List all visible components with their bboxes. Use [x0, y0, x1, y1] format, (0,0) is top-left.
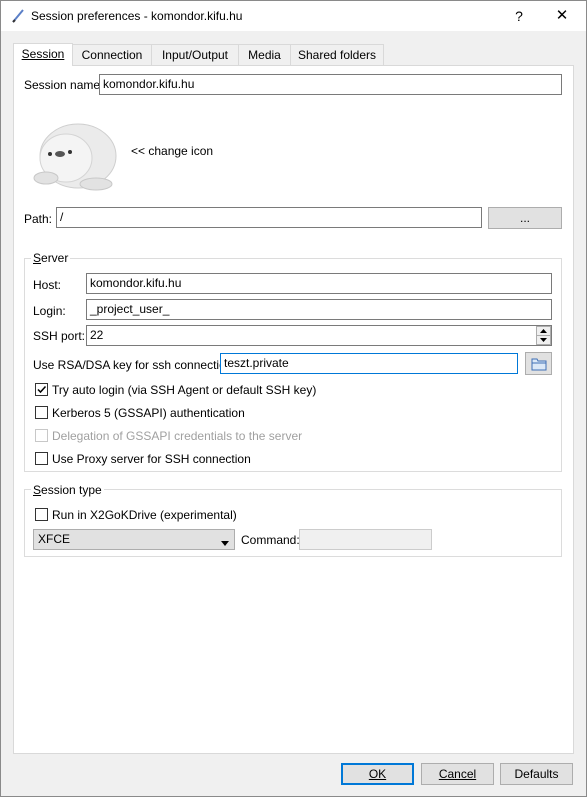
session-type-value: XFCE [38, 532, 71, 546]
ssh-port-value: 22 [90, 328, 104, 342]
tab-connection[interactable]: Connection [72, 44, 152, 65]
seal-icon [33, 123, 117, 191]
defaults-button[interactable]: Defaults [500, 763, 573, 785]
session-tab-panel: Session name: komondor.kifu.hu << change… [13, 65, 574, 754]
gssapi-delegation-checkbox [35, 429, 48, 442]
login-label: Login: [33, 304, 66, 318]
window-title: Session preferences - komondor.kifu.hu [31, 9, 243, 23]
tab-shared-folders[interactable]: Shared folders [290, 44, 384, 65]
help-button[interactable]: ? [504, 5, 534, 27]
kerberos-checkbox[interactable] [35, 406, 48, 419]
proxy-checkbox[interactable] [35, 452, 48, 465]
path-label: Path: [24, 212, 53, 226]
ssh-port-spinbox[interactable]: 22 [86, 325, 552, 346]
gssapi-delegation-label: Delegation of GSSAPI credentials to the … [52, 429, 303, 443]
rsa-key-input[interactable]: teszt.private [220, 353, 518, 374]
tab-session[interactable]: Session [13, 43, 73, 66]
session-name-input[interactable]: komondor.kifu.hu [99, 74, 562, 95]
x2gokdrive-label: Run in X2GoKDrive (experimental) [52, 508, 237, 522]
session-icon[interactable] [26, 108, 120, 192]
session-type-combo[interactable]: XFCE [33, 529, 235, 550]
command-input [299, 529, 432, 550]
tab-input-output[interactable]: Input/Output [151, 44, 239, 65]
server-group-title: Server [31, 251, 71, 265]
host-input[interactable]: komondor.kifu.hu [86, 273, 552, 294]
x2gokdrive-checkbox[interactable] [35, 508, 48, 521]
path-input[interactable]: / [56, 207, 482, 228]
folder-open-icon [531, 357, 547, 377]
browse-path-button[interactable]: ... [488, 207, 562, 229]
cancel-button[interactable]: Cancel [421, 763, 494, 785]
host-label: Host: [33, 278, 62, 292]
ssh-port-spin-buttons[interactable] [536, 326, 551, 345]
rsa-key-label: Use RSA/DSA key for ssh connection: [33, 358, 236, 372]
session-type-title-rest: ession type [41, 483, 102, 497]
login-input[interactable]: _project_user_ [86, 299, 552, 320]
ssh-port-label: SSH port: [33, 329, 86, 343]
session-type-title: Session type [31, 483, 104, 497]
kerberos-label: Kerberos 5 (GSSAPI) authentication [52, 406, 245, 420]
proxy-label: Use Proxy server for SSH connection [52, 452, 251, 466]
checkmark-icon [37, 385, 47, 394]
open-key-file-button[interactable] [525, 352, 552, 375]
tab-media[interactable]: Media [238, 44, 291, 65]
pencil-icon [11, 8, 25, 27]
auto-login-checkbox[interactable] [35, 383, 48, 396]
close-button[interactable]: ✕ [547, 5, 577, 27]
change-icon-link[interactable]: << change icon [131, 144, 213, 158]
session-name-label: Session name: [24, 78, 104, 92]
command-label: Command: [241, 533, 300, 547]
title-bar: Session preferences - komondor.kifu.hu ?… [1, 1, 586, 31]
session-preferences-dialog: Session preferences - komondor.kifu.hu ?… [0, 0, 587, 797]
auto-login-label: Try auto login (via SSH Agent or default… [52, 383, 317, 397]
ok-button[interactable]: OK [341, 763, 414, 785]
server-title-rest: erver [41, 251, 69, 265]
chevron-down-icon [221, 536, 229, 551]
